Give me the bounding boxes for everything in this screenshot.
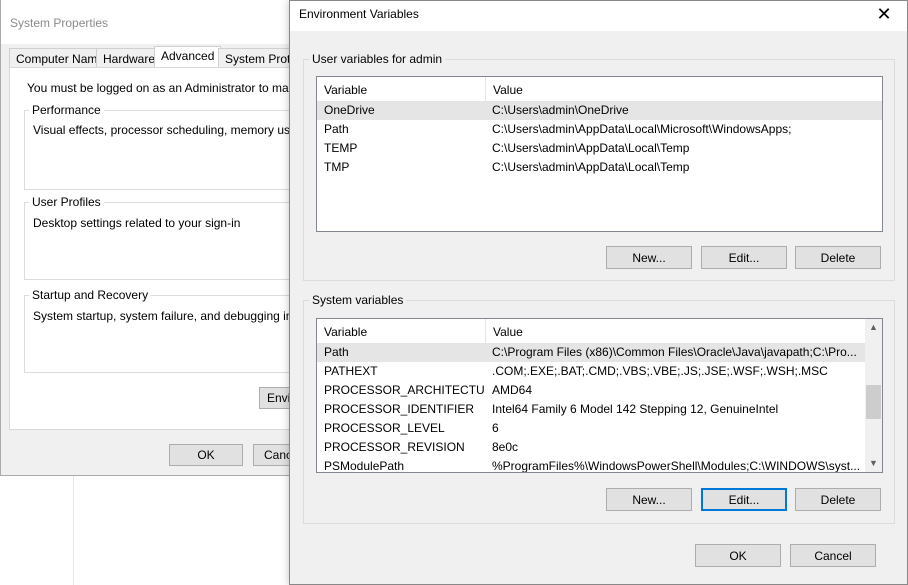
variable-value: 6: [492, 421, 499, 435]
table-row[interactable]: PROCESSOR_LEVEL 6: [317, 419, 882, 438]
variable-value: AMD64: [492, 383, 533, 397]
variable-name: PATHEXT: [324, 364, 378, 378]
variable-value: Intel64 Family 6 Model 142 Stepping 12, …: [492, 402, 779, 416]
user-profiles-group: [24, 202, 304, 280]
variable-name: PROCESSOR_ARCHITECTURE: [324, 383, 484, 397]
column-variable[interactable]: Variable: [317, 77, 486, 101]
variable-name: OneDrive: [324, 103, 375, 117]
user-variables-label: User variables for admin: [309, 52, 446, 66]
variable-name: PROCESSOR_IDENTIFIER: [324, 402, 475, 416]
variable-name: TMP: [324, 160, 350, 174]
background-divider: [73, 475, 74, 585]
startup-recovery-group: [24, 295, 304, 373]
variable-name: PROCESSOR_REVISION: [324, 440, 465, 454]
performance-group: [24, 110, 304, 190]
tab-advanced[interactable]: Advanced: [154, 46, 222, 69]
system-edit-button[interactable]: Edit...: [701, 488, 787, 511]
system-variables-list[interactable]: Variable Value Path C:\Program Files (x86…: [316, 318, 883, 473]
environment-variables-dialog: Environment Variables ✕ User variables f…: [289, 0, 908, 585]
system-properties-dialog: System Properties Computer Name Hardware…: [0, 0, 330, 476]
variable-value: C:\Users\admin\AppData\Local\Temp: [492, 160, 690, 174]
scroll-down-icon[interactable]: ▼: [865, 455, 882, 472]
table-row[interactable]: PROCESSOR_IDENTIFIER Intel64 Family 6 Mod…: [317, 400, 882, 419]
table-row[interactable]: Path C:\Program Files (x86)\Common Files\…: [317, 343, 882, 362]
variable-value: C:\Program Files (x86)\Common Files\Orac…: [492, 345, 857, 359]
user-variables-list[interactable]: Variable Value OneDrive C:\Users\admin\On…: [316, 76, 883, 232]
user-edit-button[interactable]: Edit...: [701, 246, 787, 269]
variable-value: C:\Users\admin\OneDrive: [492, 103, 629, 117]
environment-variables-titlebar[interactable]: Environment Variables ✕: [290, 1, 907, 31]
cancel-button[interactable]: Cancel: [790, 544, 876, 567]
user-delete-button[interactable]: Delete: [795, 246, 881, 269]
startup-recovery-label: Startup and Recovery: [29, 288, 152, 302]
table-row[interactable]: PATHEXT .COM;.EXE;.BAT;.CMD;.VBS;.VBE;.JS…: [317, 362, 882, 381]
column-value[interactable]: Value: [486, 319, 867, 343]
variable-value: .COM;.EXE;.BAT;.CMD;.VBS;.VBE;.JS;.JSE;.…: [492, 364, 828, 378]
table-row[interactable]: PROCESSOR_ARCHITECTURE AMD64: [317, 381, 882, 400]
admin-note: You must be logged on as an Administrato…: [27, 81, 328, 95]
user-profiles-desc: Desktop settings related to your sign-in: [33, 216, 241, 230]
variable-name: Path: [324, 345, 349, 359]
user-new-button[interactable]: New...: [606, 246, 692, 269]
scrollbar-thumb[interactable]: [866, 385, 881, 419]
performance-desc: Visual effects, processor scheduling, me…: [33, 123, 331, 137]
startup-recovery-desc: System startup, system failure, and debu…: [33, 309, 330, 323]
variable-value: C:\Users\admin\AppData\Local\Temp: [492, 141, 690, 155]
column-value[interactable]: Value: [486, 77, 882, 101]
system-delete-button[interactable]: Delete: [795, 488, 881, 511]
variable-value: C:\Users\admin\AppData\Local\Microsoft\W…: [492, 122, 792, 136]
ok-button[interactable]: OK: [695, 544, 781, 567]
table-row[interactable]: PSModulePath %ProgramFiles%\WindowsPowerS…: [317, 457, 882, 473]
variable-name: TEMP: [324, 141, 358, 155]
user-profiles-label: User Profiles: [29, 195, 104, 209]
variable-name: Path: [324, 122, 349, 136]
tab-hardware[interactable]: Hardware: [96, 48, 163, 68]
system-properties-title: System Properties: [10, 16, 109, 30]
performance-label: Performance: [29, 103, 104, 117]
system-new-button[interactable]: New...: [606, 488, 692, 511]
column-variable[interactable]: Variable: [317, 319, 486, 343]
variable-name: PROCESSOR_LEVEL: [324, 421, 445, 435]
table-row[interactable]: TEMP C:\Users\admin\AppData\Local\Temp: [317, 139, 882, 158]
variable-name: PSModulePath: [324, 459, 405, 473]
system-variables-label: System variables: [309, 293, 407, 307]
environment-variables-title: Environment Variables: [299, 7, 419, 21]
system-properties-ok-button[interactable]: OK: [169, 444, 243, 466]
close-icon[interactable]: ✕: [861, 1, 907, 29]
table-row[interactable]: TMP C:\Users\admin\AppData\Local\Temp: [317, 158, 882, 177]
table-row[interactable]: OneDrive C:\Users\admin\OneDrive: [317, 101, 882, 120]
table-row[interactable]: Path C:\Users\admin\AppData\Local\Microso…: [317, 120, 882, 139]
scroll-up-icon[interactable]: ▲: [865, 319, 882, 336]
table-row[interactable]: PROCESSOR_REVISION 8e0c: [317, 438, 882, 457]
system-variables-header: Variable Value: [317, 319, 882, 343]
system-variables-scrollbar[interactable]: ▲ ▼: [865, 319, 882, 472]
advanced-tab-page: You must be logged on as an Administrato…: [9, 67, 330, 430]
variable-value: %ProgramFiles%\WindowsPowerShell\Modules…: [492, 459, 861, 473]
system-properties-titlebar[interactable]: System Properties: [1, 0, 294, 44]
user-variables-header: Variable Value: [317, 77, 882, 101]
variable-value: 8e0c: [492, 440, 519, 454]
